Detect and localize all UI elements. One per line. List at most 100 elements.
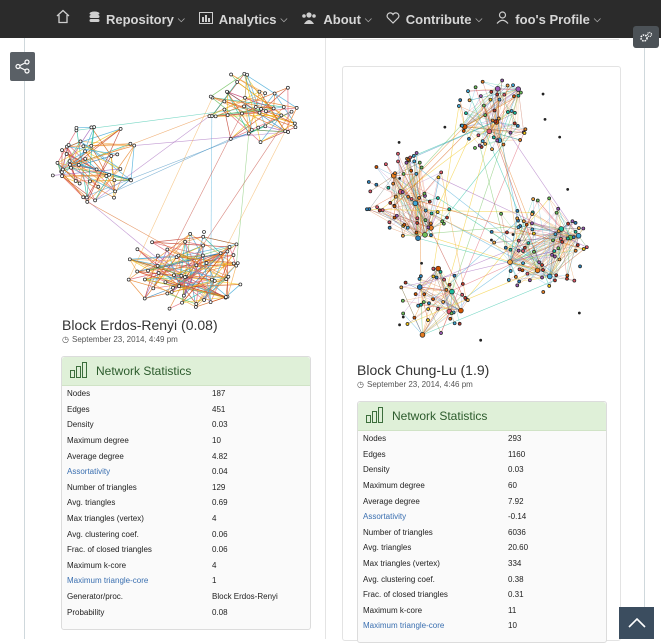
stat-label: Generator/proc.	[62, 589, 207, 605]
stat-label[interactable]: Maximum triangle-core	[358, 618, 503, 634]
nav-profile-label: foo's Profile	[515, 12, 590, 27]
network-date: ◷September 23, 2014, 4:49 pm	[62, 335, 178, 344]
stat-value: 10	[207, 433, 310, 449]
stat-value: 4	[207, 511, 310, 527]
stats-row: Frac. of closed triangles0.06	[62, 542, 310, 558]
stat-label: Edges	[358, 447, 503, 463]
home-icon[interactable]	[55, 9, 71, 29]
clock-icon: ◷	[62, 335, 69, 344]
gears-icon	[639, 31, 653, 43]
nav-profile[interactable]: foo's Profile ⌵	[496, 11, 600, 27]
stat-label: Avg. clustering coef.	[358, 571, 503, 587]
stat-value: 4.82	[207, 448, 310, 464]
stat-value: 0.06	[207, 542, 310, 558]
top-navbar: Repository ⌵ Analytics ⌵ About ⌵ Contrib…	[0, 0, 661, 38]
stat-label[interactable]: Maximum triangle-core	[62, 573, 207, 589]
heart-icon	[386, 11, 400, 27]
stat-label: Frac. of closed triangles	[62, 542, 207, 558]
stat-label: Density	[358, 462, 503, 478]
page-frame-right	[644, 38, 645, 639]
share-icon	[15, 59, 30, 74]
database-icon	[89, 11, 100, 27]
stat-value: 6036	[503, 525, 606, 541]
stats-row: Probability0.08	[62, 604, 310, 620]
stats-row: Edges451	[62, 402, 310, 418]
stat-value: 7.92	[503, 493, 606, 509]
chevron-down-icon: ⌵	[281, 14, 288, 25]
stats-row: Number of triangles129	[62, 480, 310, 496]
nav-analytics[interactable]: Analytics ⌵	[199, 11, 288, 27]
network-card-right: Block Chung-Lu (1.9) ◷September 23, 2014…	[342, 66, 621, 641]
network-stats-panel: Network Statistics Nodes187Edges451Densi…	[61, 356, 311, 630]
clock-icon: ◷	[357, 380, 364, 389]
stats-row: Maximum degree60	[358, 478, 606, 494]
stat-label[interactable]: Assortativity	[62, 464, 207, 480]
network-visualization[interactable]	[343, 67, 620, 357]
stats-table: Nodes293Edges1160Density0.03Maximum degr…	[358, 431, 606, 634]
chevron-up-icon	[628, 618, 646, 628]
network-card-left: Block Erdos-Renyi (0.08) ◷September 23, …	[50, 38, 316, 639]
nav-contribute-label: Contribute	[406, 12, 472, 27]
stats-row: Avg. triangles20.60	[358, 540, 606, 556]
stat-value: 293	[503, 431, 606, 447]
scroll-to-top-button[interactable]	[619, 607, 654, 639]
stat-value: 60	[503, 478, 606, 494]
stats-row: Assortativity0.04	[62, 464, 310, 480]
stats-row: Maximum triangle-core1	[62, 573, 310, 589]
stats-row: Maximum k-core4	[62, 558, 310, 574]
bar-chart-icon	[199, 11, 213, 27]
chevron-down-icon: ⌵	[594, 14, 601, 25]
stat-label: Max triangles (vertex)	[62, 511, 207, 527]
stat-value: 20.60	[503, 540, 606, 556]
stats-row: Max triangles (vertex)4	[62, 511, 310, 527]
stat-label: Number of triangles	[62, 480, 207, 496]
network-date-text: September 23, 2014, 4:46 pm	[367, 380, 473, 389]
settings-button[interactable]	[633, 26, 659, 48]
stats-row: Average degree7.92	[358, 493, 606, 509]
stats-row: Nodes187	[62, 386, 310, 402]
share-button[interactable]	[10, 52, 35, 81]
stats-row: Average degree4.82	[62, 448, 310, 464]
stat-label: Density	[62, 417, 207, 433]
network-date: ◷September 23, 2014, 4:46 pm	[357, 380, 473, 389]
stats-row: Avg. triangles0.69	[62, 495, 310, 511]
stats-row: Maximum k-core11	[358, 603, 606, 619]
stats-heading: Network Statistics	[392, 409, 487, 423]
page-frame-left	[24, 38, 25, 639]
bar-chart-icon	[366, 409, 384, 423]
nav-repository[interactable]: Repository ⌵	[89, 11, 185, 27]
stats-row: Maximum degree10	[62, 433, 310, 449]
network-title[interactable]: Block Chung-Lu (1.9)	[357, 362, 489, 378]
previous-card-bottom	[342, 38, 619, 40]
stat-value: -0.14	[503, 509, 606, 525]
stat-label: Avg. clustering coef.	[62, 526, 207, 542]
stats-row: Nodes293	[358, 431, 606, 447]
stats-row: Avg. clustering coef.0.38	[358, 571, 606, 587]
stat-value: 4	[207, 558, 310, 574]
stat-value: 0.03	[207, 417, 310, 433]
network-visualization[interactable]	[50, 46, 316, 326]
stat-label: Frac. of closed triangles	[358, 587, 503, 603]
stat-value: 0.38	[503, 571, 606, 587]
stat-label: Average degree	[62, 448, 207, 464]
nav-contribute[interactable]: Contribute ⌵	[386, 11, 483, 27]
stat-value: 0.03	[503, 462, 606, 478]
network-title[interactable]: Block Erdos-Renyi (0.08)	[62, 317, 218, 333]
nav-about-label: About	[323, 12, 361, 27]
user-icon	[496, 11, 509, 27]
stats-heading: Network Statistics	[96, 364, 191, 378]
stat-value: 1160	[503, 447, 606, 463]
bar-chart-icon	[70, 364, 88, 378]
stat-label: Max triangles (vertex)	[358, 556, 503, 572]
nav-about[interactable]: About ⌵	[301, 11, 371, 27]
stat-value: 334	[503, 556, 606, 572]
stat-value: 187	[207, 386, 310, 402]
chevron-down-icon: ⌵	[178, 14, 185, 25]
users-icon	[301, 11, 317, 27]
stat-value: 10	[503, 618, 606, 634]
stat-value: Block Erdos-Renyi	[207, 589, 310, 605]
stat-label[interactable]: Assortativity	[358, 509, 503, 525]
stat-label: Probability	[62, 604, 207, 620]
stats-row: Density0.03	[62, 417, 310, 433]
stats-row: Edges1160	[358, 447, 606, 463]
